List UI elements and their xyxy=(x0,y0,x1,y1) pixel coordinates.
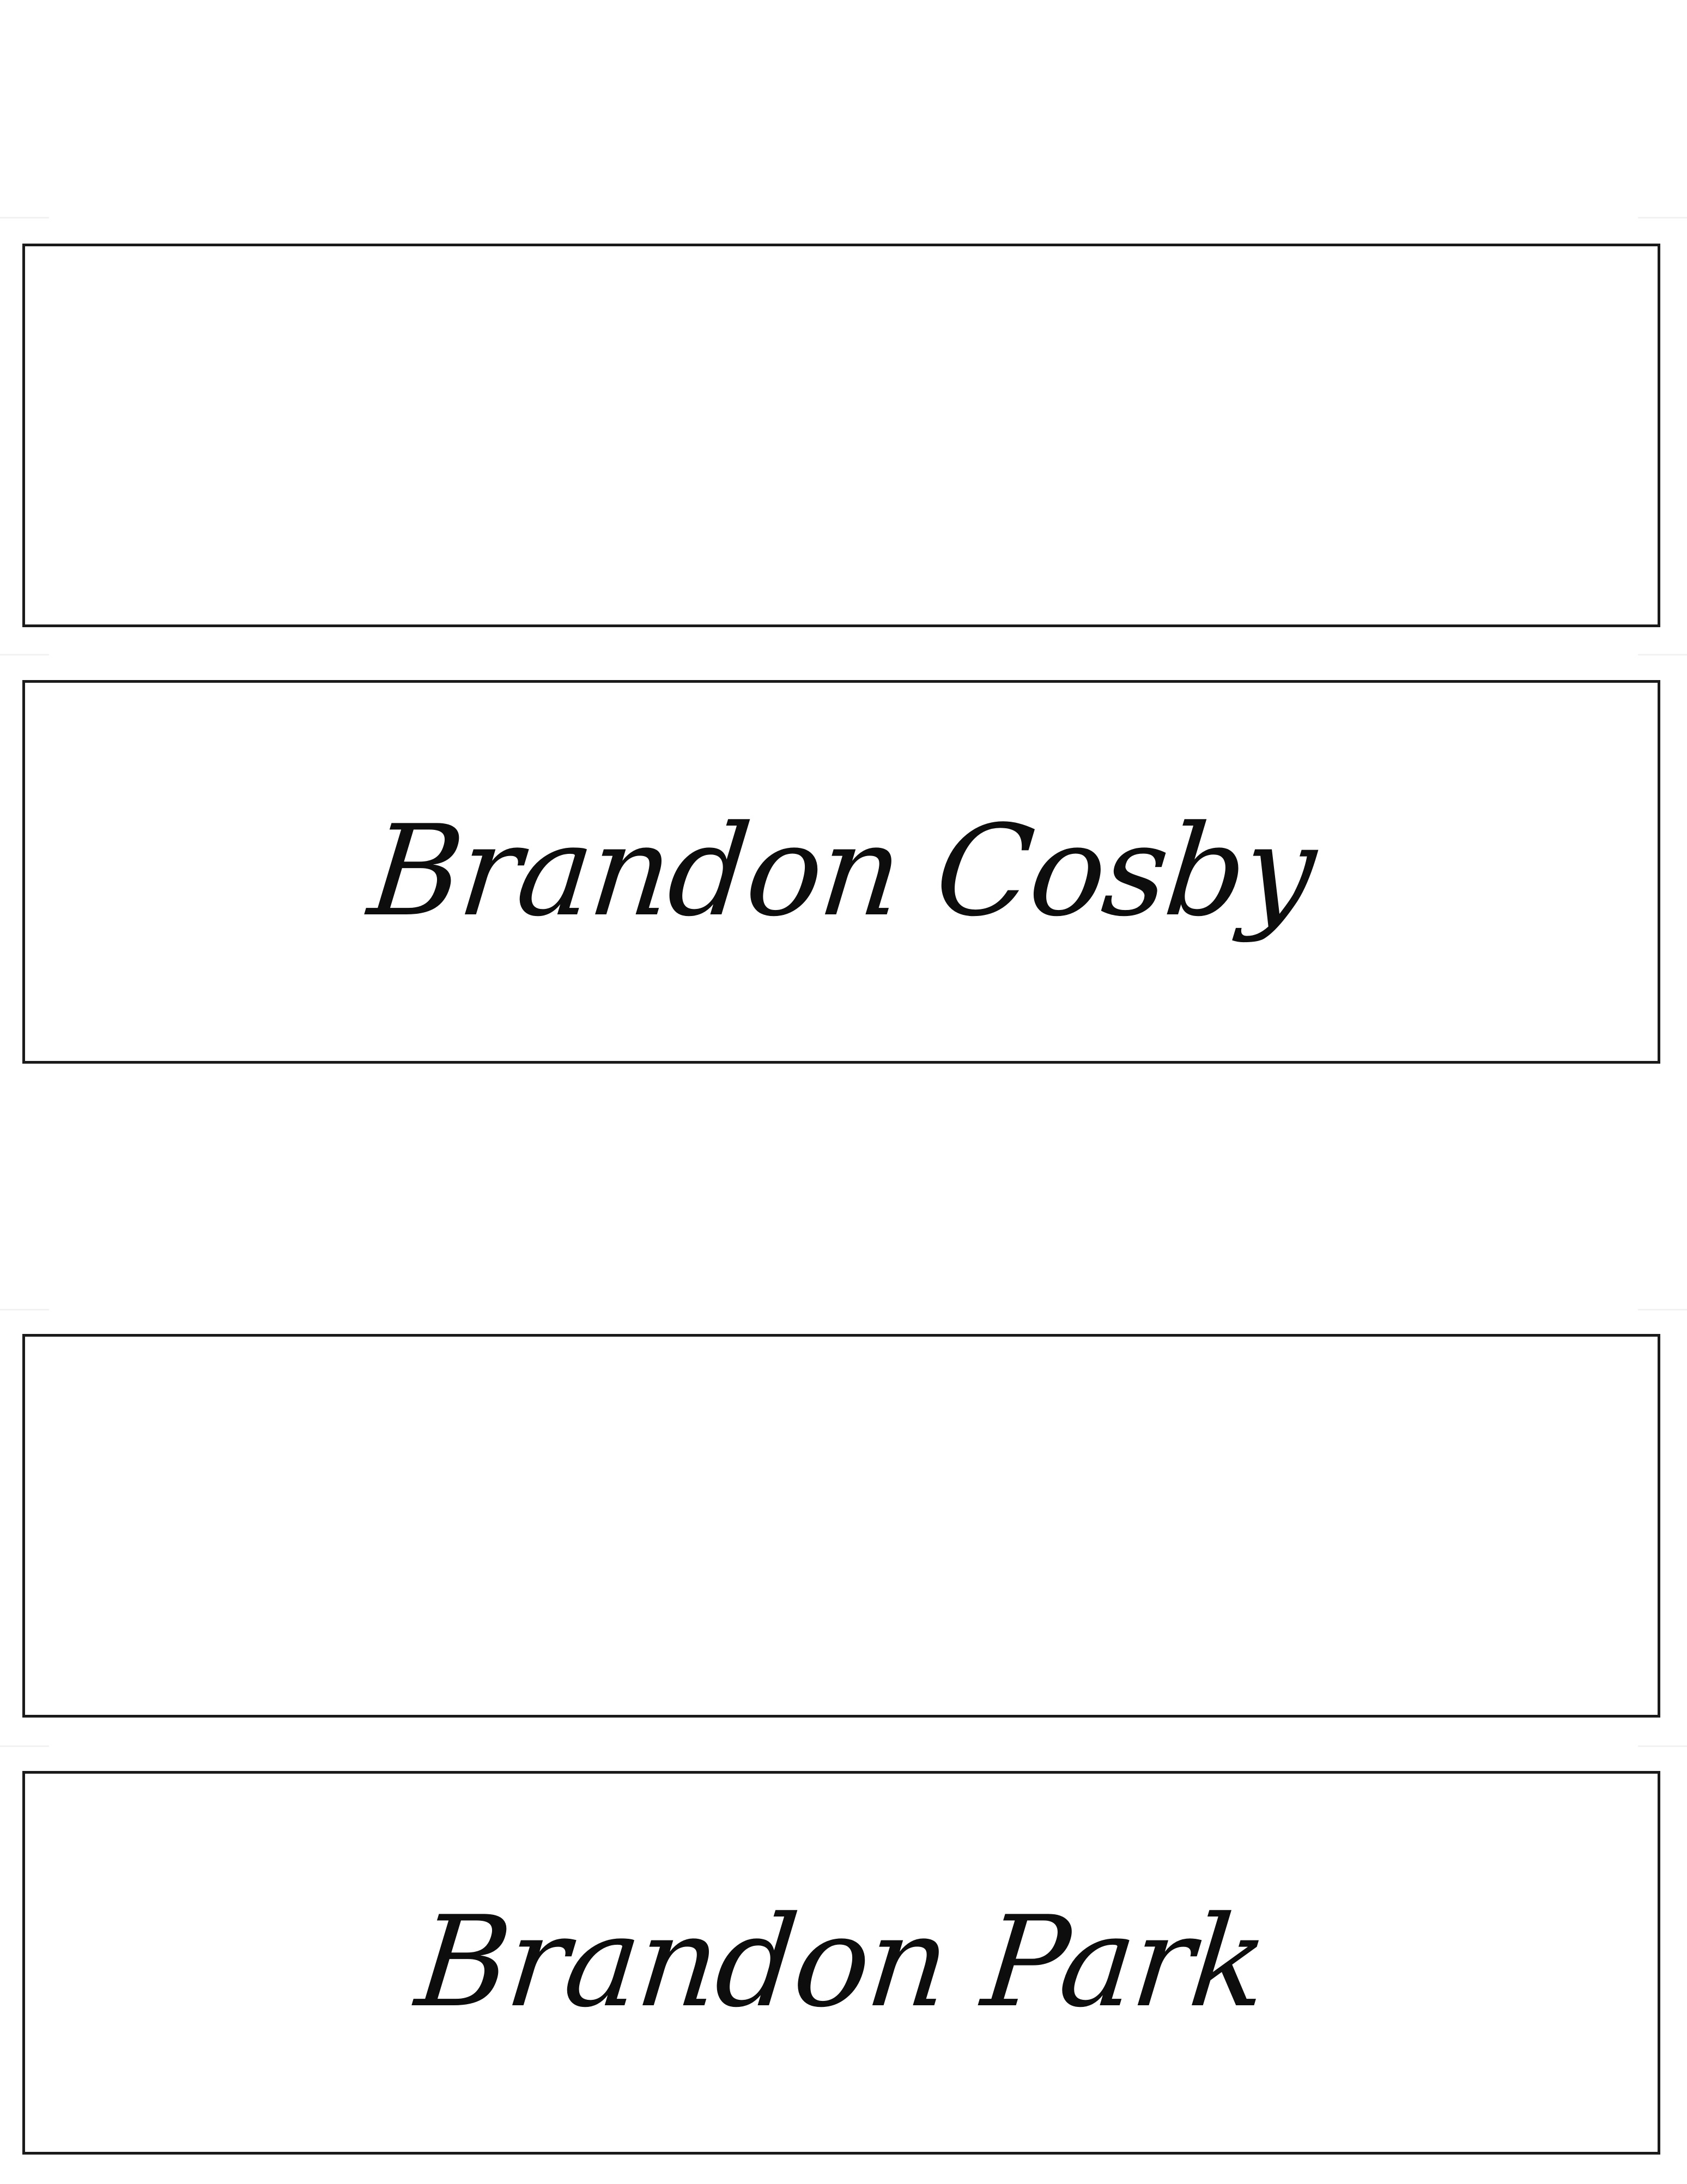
fold-mark xyxy=(1638,1745,1687,1747)
place-card-top-back xyxy=(22,244,1660,627)
place-card-bottom-back xyxy=(22,1334,1660,1718)
fold-mark xyxy=(0,1745,49,1747)
fold-mark xyxy=(1638,654,1687,656)
place-card-bottom-front: Brandon Park xyxy=(22,1771,1660,2155)
place-card-top-front: Brandon Cosby xyxy=(22,680,1660,1064)
fold-mark xyxy=(1638,217,1687,219)
place-card-name: Brandon Cosby xyxy=(362,799,1320,944)
fold-mark xyxy=(0,654,49,656)
fold-mark xyxy=(0,1309,49,1311)
place-card-name: Brandon Park xyxy=(410,1890,1273,2035)
fold-mark xyxy=(0,217,49,219)
fold-mark xyxy=(1638,1309,1687,1311)
place-card-sheet: Brandon Cosby Brandon Park xyxy=(0,0,1687,2184)
